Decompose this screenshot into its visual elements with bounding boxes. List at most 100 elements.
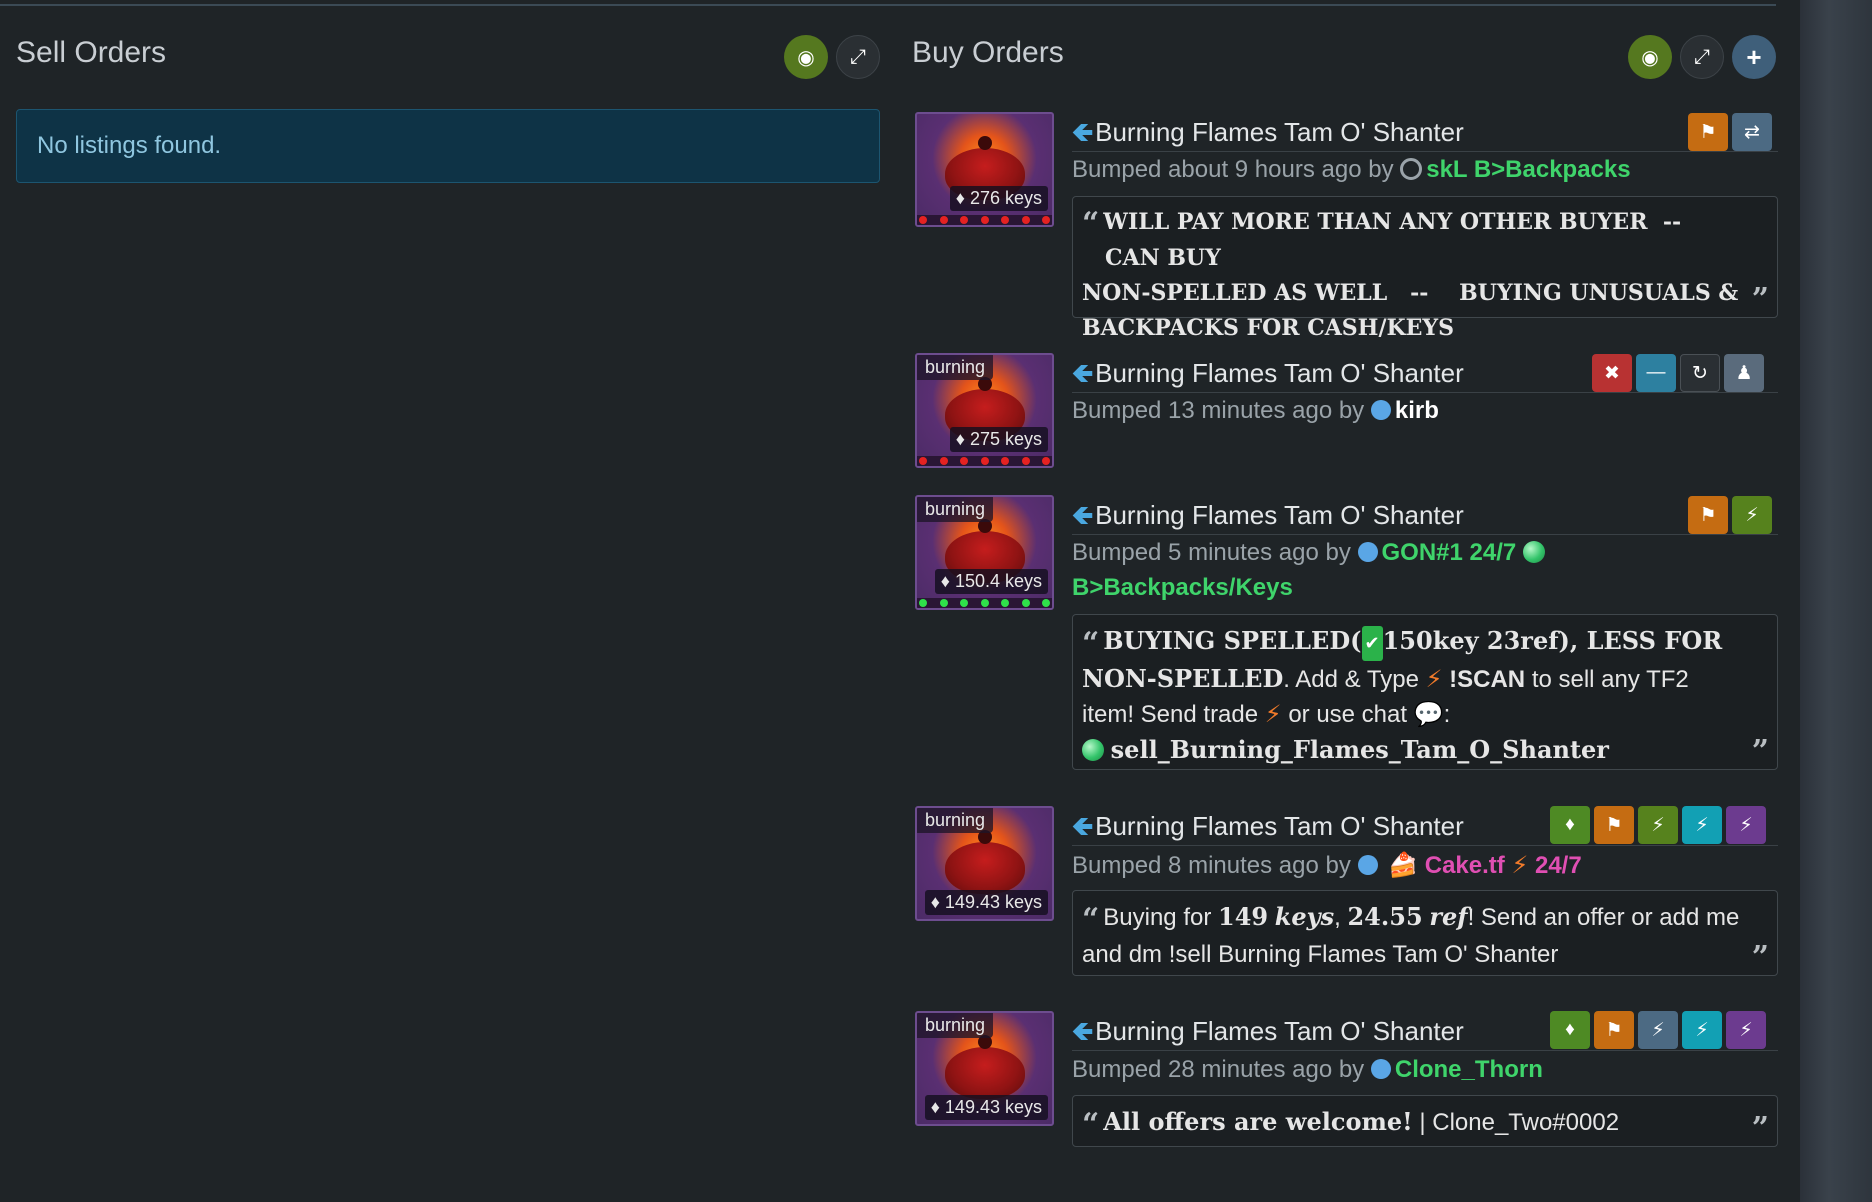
spell-indicator xyxy=(917,215,1052,225)
quote-open-icon: “ xyxy=(1082,1107,1100,1142)
bolt-icon: ⚡ xyxy=(1511,852,1529,879)
price-tag: ♦ 149.43 keys xyxy=(924,890,1048,915)
price-tag: ♦ 275 keys xyxy=(949,427,1048,452)
quality-tag: burning xyxy=(917,497,994,522)
retweet-icon[interactable]: ↻ xyxy=(1680,354,1720,392)
listing-message: “WILL PAY MORE THAN ANY OTHER BUYER -- C… xyxy=(1072,196,1778,341)
cake-icon: 🍰 xyxy=(1388,852,1419,879)
listing-badges: ⚑ ⚡ xyxy=(1688,496,1772,534)
message-text: 149 xyxy=(1218,902,1269,931)
item-thumbnail[interactable]: ♦ 276 keys xyxy=(915,112,1054,227)
listing-badges: ✖ — ↻ ♟ xyxy=(1592,354,1764,392)
sell-hide-toggle-button[interactable]: ◉ xyxy=(784,35,828,79)
item-thumbnail[interactable]: burning ♦ 149.43 keys xyxy=(915,1011,1054,1126)
bolt-icon[interactable]: ⚡ xyxy=(1732,496,1772,534)
buy-orders-title: Buy Orders xyxy=(912,36,1064,69)
listing-message: “All offers are welcome! | Clone_Two#000… xyxy=(1072,1095,1778,1147)
bump-text: Bumped 28 minutes ago by xyxy=(1072,1056,1365,1083)
bump-text: Bumped about 9 hours ago by xyxy=(1072,156,1394,183)
message-text: . Add & Type xyxy=(1283,666,1419,693)
user-link[interactable]: kirb xyxy=(1395,397,1439,424)
spell-indicator xyxy=(917,456,1052,466)
user-plus-icon[interactable]: ♟ xyxy=(1724,354,1764,392)
no-listings-alert: No listings found. xyxy=(16,109,880,183)
title-divider xyxy=(1072,1050,1778,1051)
flag-icon[interactable]: ⚑ xyxy=(1594,806,1634,844)
title-divider xyxy=(1072,845,1778,846)
user-status-icon xyxy=(1370,400,1391,420)
item-thumbnail[interactable]: burning ♦ 149.43 keys xyxy=(915,806,1054,921)
bolt-icon[interactable]: ⚡ xyxy=(1682,1011,1722,1049)
flag-icon[interactable]: ⚑ xyxy=(1594,1011,1634,1049)
add-listing-button[interactable]: + xyxy=(1732,35,1776,79)
user-link[interactable]: B>Backpacks/Keys xyxy=(1072,574,1293,601)
buy-expand-button[interactable]: ⤢ xyxy=(1680,35,1724,79)
quote-close-icon: ” xyxy=(1751,282,1769,317)
message-text: Buying for xyxy=(1103,904,1212,931)
user-status-icon xyxy=(1357,542,1378,562)
message-text: !SCAN xyxy=(1449,666,1526,693)
tag-icon: ♦ xyxy=(955,188,965,208)
bolt-icon[interactable]: ⚡ xyxy=(1638,806,1678,844)
hat-image xyxy=(945,1047,1025,1099)
message-text: -- xyxy=(1662,209,1682,235)
buy-hide-toggle-button[interactable]: ◉ xyxy=(1628,35,1672,79)
minus-icon[interactable]: — xyxy=(1636,354,1676,392)
user-link[interactable]: Clone_Thorn xyxy=(1395,1056,1543,1083)
message-text: All offers are welcome! xyxy=(1103,1107,1413,1136)
quote-close-icon: ” xyxy=(1751,940,1769,975)
user-status-icon xyxy=(1357,855,1378,875)
message-text: | Clone_Two#0002 xyxy=(1419,1109,1620,1136)
item-thumbnail[interactable]: burning ♦ 275 keys xyxy=(915,353,1054,468)
quote-open-icon: “ xyxy=(1082,902,1100,937)
tag-icon: ♦ xyxy=(930,1097,940,1117)
green-orb-icon xyxy=(1522,541,1545,563)
bolt-icon[interactable]: ⚡ xyxy=(1682,806,1722,844)
quote-open-icon: “ xyxy=(1082,206,1100,241)
eye-slash-icon: ◉ xyxy=(1641,46,1659,69)
listing-badges: ⚑ ⇄ xyxy=(1688,113,1772,151)
hat-image xyxy=(945,842,1025,894)
bolt-icon[interactable]: ⚡ xyxy=(1726,1011,1766,1049)
sell-expand-button[interactable]: ⤢ xyxy=(836,35,880,79)
flag-icon[interactable]: ⚑ xyxy=(1688,113,1728,151)
bump-text: Bumped 13 minutes ago by xyxy=(1072,397,1365,424)
message-text: 24.55 xyxy=(1347,902,1423,931)
message-text: ref xyxy=(1429,902,1468,931)
hat-pompom xyxy=(978,136,992,150)
tags-icon[interactable]: ♦ xyxy=(1550,806,1590,844)
item-thumbnail[interactable]: burning ♦ 150.4 keys xyxy=(915,495,1054,610)
message-text: WILL PAY MORE THAN ANY OTHER BUYER xyxy=(1103,209,1648,235)
plus-icon: + xyxy=(1746,41,1762,72)
remove-icon[interactable]: ✖ xyxy=(1592,354,1632,392)
item-name-text: Burning Flames Tam O' Shanter xyxy=(1095,811,1464,841)
flag-icon[interactable]: ⚑ xyxy=(1688,496,1728,534)
expand-icon: ⤢ xyxy=(850,45,866,68)
tag-icon: ♦ xyxy=(955,429,965,449)
quality-tag: burning xyxy=(917,1013,994,1038)
message-text: CAN BUY xyxy=(1104,245,1221,271)
eye-slash-icon: ◉ xyxy=(797,46,815,69)
user-link[interactable]: skL B>Backpacks xyxy=(1426,156,1630,183)
expand-icon: ⤢ xyxy=(1694,45,1710,68)
quote-close-icon: ” xyxy=(1751,1111,1769,1146)
price-value: 149.43 keys xyxy=(944,1097,1042,1117)
exchange-icon[interactable]: ⇄ xyxy=(1732,113,1772,151)
user-status-icon xyxy=(1370,1059,1391,1079)
message-text: -- xyxy=(1410,280,1429,306)
bump-text: Bumped 5 minutes ago by xyxy=(1072,539,1351,566)
tag-icon: ♦ xyxy=(930,892,940,912)
message-text: NON-SPELLED AS WELL xyxy=(1082,280,1388,306)
bump-info: Bumped 13 minutes ago by kirb xyxy=(1072,397,1439,425)
user-link[interactable]: Cake.tf xyxy=(1425,852,1505,879)
bolt-icon[interactable]: ⚡ xyxy=(1638,1011,1678,1049)
quality-tag: burning xyxy=(917,808,994,833)
speech-bubble-icon: 💬 xyxy=(1413,701,1444,728)
quote-close-icon: ” xyxy=(1751,734,1769,769)
user-link[interactable]: GON#1 24/7 xyxy=(1382,539,1517,566)
tags-icon[interactable]: ♦ xyxy=(1550,1011,1590,1049)
quality-tag: burning xyxy=(917,355,994,380)
bolt-icon[interactable]: ⚡ xyxy=(1726,806,1766,844)
bump-info-line2: B>Backpacks/Keys xyxy=(1072,574,1293,602)
message-text: sell_Burning_Flames_Tam_O_Shanter xyxy=(1110,735,1609,764)
